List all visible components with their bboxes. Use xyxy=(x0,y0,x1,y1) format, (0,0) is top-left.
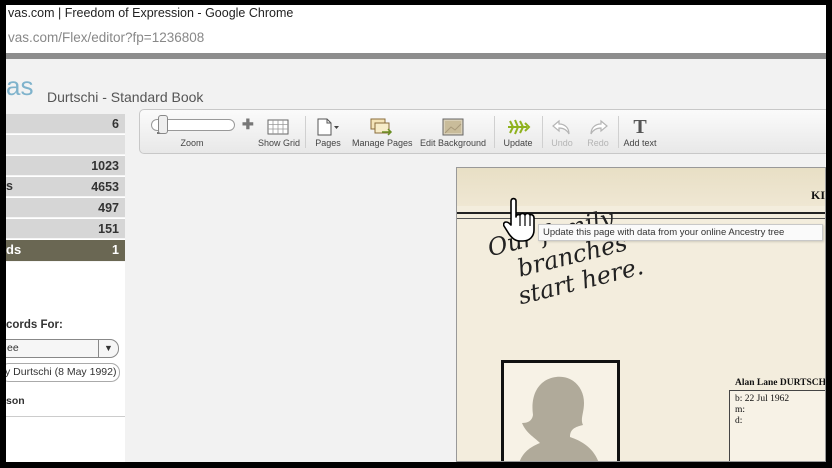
text-tool-icon: T xyxy=(633,116,647,138)
redo-button[interactable]: Redo xyxy=(580,110,616,155)
sidebar-row-label: ds xyxy=(6,242,22,257)
sidebar-row[interactable]: 1023 xyxy=(6,156,125,176)
manage-pages-icon xyxy=(370,118,393,136)
zoom-label: Zoom xyxy=(180,138,204,148)
sidebar-row-selected[interactable]: ds 1 xyxy=(6,240,125,262)
tree-select-value: ee xyxy=(7,342,19,354)
screen-frame-left xyxy=(0,0,6,468)
edit-background-button[interactable]: Edit Background xyxy=(418,110,488,155)
tree-select[interactable]: ee ▼ xyxy=(6,339,119,358)
person-name: Alan Lane DURTSCH xyxy=(735,378,826,388)
site-logo[interactable]: as xyxy=(6,71,33,102)
address-bar[interactable]: vas.com/Flex/editor?fp=1236808 xyxy=(6,23,826,53)
page-icon xyxy=(317,118,339,136)
person-field[interactable]: y Durtschi (8 May 1992) xyxy=(6,363,120,382)
zoom-slider-thumb[interactable] xyxy=(158,115,168,134)
toolbar-separator xyxy=(305,116,306,148)
manage-pages-label: Manage Pages xyxy=(352,138,413,148)
undo-label: Undo xyxy=(551,138,573,148)
zoom-control[interactable]: ✚ Zoom xyxy=(144,110,260,155)
sidebar-row-count: 1023 xyxy=(91,159,119,173)
screen-frame-right xyxy=(826,0,832,468)
url-domain: vas.com xyxy=(8,30,59,45)
sidebar-divider xyxy=(6,416,125,417)
marriage-date: m: xyxy=(735,405,746,415)
grid-icon xyxy=(267,119,289,135)
records-sidebar: 6 1023 s 4653 497 151 ds 1 cords For: ee… xyxy=(6,114,125,462)
sidebar-row[interactable]: s 4653 xyxy=(6,177,125,197)
undo-button[interactable]: Undo xyxy=(544,110,580,155)
edit-background-label: Edit Background xyxy=(419,138,487,148)
pages-button[interactable]: Pages xyxy=(310,110,346,155)
show-grid-label: Show Grid xyxy=(258,138,301,148)
death-date: d: xyxy=(735,416,743,426)
sidebar-row[interactable] xyxy=(6,135,125,155)
sidebar-row[interactable]: 151 xyxy=(6,219,125,239)
toolbar-separator xyxy=(618,116,619,148)
page-header-text: KI xyxy=(810,188,825,202)
sidebar-row-count: 6 xyxy=(112,117,119,131)
sidebar-row[interactable]: 6 xyxy=(6,114,125,134)
photo-frame[interactable] xyxy=(501,360,620,461)
add-text-button[interactable]: T Add text xyxy=(620,110,660,155)
records-for-label: cords For: xyxy=(6,319,63,331)
add-text-label: Add text xyxy=(623,138,657,148)
son-label: son xyxy=(6,395,25,407)
browser-viewport: vas.com | Freedom of Expression - Google… xyxy=(6,5,826,462)
sidebar-row-label: s xyxy=(6,179,13,193)
hand-pointer-icon xyxy=(503,197,535,242)
undo-icon xyxy=(552,119,570,135)
toolbar-separator xyxy=(494,116,495,148)
background-icon xyxy=(442,118,464,136)
book-title: Durtschi - Standard Book xyxy=(47,89,204,105)
pages-label: Pages xyxy=(315,138,341,148)
toolbar-separator xyxy=(542,116,543,148)
silhouette-placeholder xyxy=(519,376,599,461)
update-button[interactable]: Update xyxy=(498,110,538,155)
plus-icon[interactable]: ✚ xyxy=(242,116,254,133)
manage-pages-button[interactable]: Manage Pages xyxy=(352,110,413,155)
book-editor-app: as Durtschi - Standard Book 6 1023 s 465… xyxy=(6,59,826,462)
show-grid-button[interactable]: Show Grid xyxy=(258,110,301,155)
window-title: vas.com | Freedom of Expression - Google… xyxy=(6,5,826,23)
sidebar-row-count: 1 xyxy=(112,243,119,257)
leaf-update-icon xyxy=(508,119,531,135)
sidebar-row-count: 151 xyxy=(98,222,119,236)
sidebar-row-count: 497 xyxy=(98,201,119,215)
sidebar-row-count: 4653 xyxy=(91,180,119,194)
person-details-box[interactable]: b: 22 Jul 1962 m: d: xyxy=(729,390,825,461)
screen-frame-bottom xyxy=(0,462,832,468)
url-path: /Flex/editor?fp=1236808 xyxy=(58,30,205,45)
redo-icon xyxy=(590,119,608,135)
update-label: Update xyxy=(503,138,533,148)
update-tooltip: Update this page with data from your onl… xyxy=(538,224,823,241)
sidebar-row[interactable]: 497 xyxy=(6,198,125,218)
chevron-down-icon[interactable]: ▼ xyxy=(98,340,118,357)
birth-date: b: 22 Jul 1962 xyxy=(735,394,790,404)
editor-toolbar: ✚ Zoom Show Grid Pages Manage Pages Edit… xyxy=(139,109,826,154)
redo-label: Redo xyxy=(587,138,609,148)
